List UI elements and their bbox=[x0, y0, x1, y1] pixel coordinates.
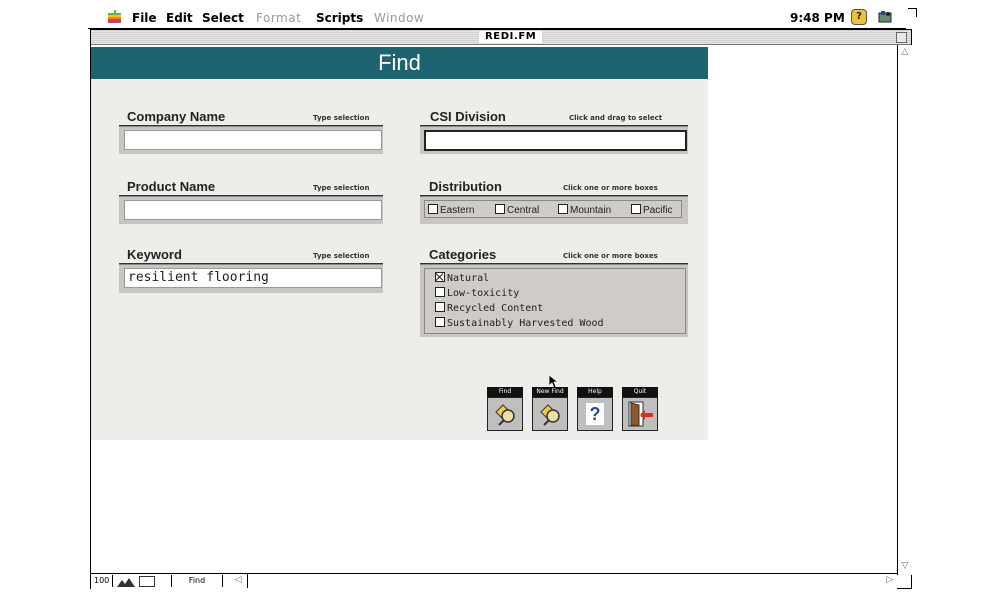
quit-button-label: Quit bbox=[622, 387, 658, 397]
distribution-option-central[interactable]: Central bbox=[495, 204, 539, 216]
help-button-label: Help bbox=[577, 387, 613, 397]
zoom-mountains-icon[interactable] bbox=[117, 576, 135, 587]
distribution-option-pacific[interactable]: Pacific bbox=[631, 204, 672, 216]
exit-door-icon bbox=[628, 401, 653, 427]
help-button[interactable]: Help ? bbox=[577, 387, 613, 431]
distribution-option-label: Central bbox=[507, 205, 540, 216]
question-mark-icon: ? bbox=[586, 403, 604, 425]
categories-options: Natural Low-toxicity Recycled Content Su… bbox=[424, 268, 686, 334]
keyword-label: Keyword bbox=[127, 247, 182, 262]
find-button-face bbox=[487, 397, 523, 431]
categories-hint: Click one or more boxes bbox=[563, 252, 658, 260]
filemaker-app-icon[interactable] bbox=[878, 9, 892, 23]
csi-division-hint: Click and drag to select bbox=[569, 114, 663, 122]
scroll-down-arrow-icon[interactable]: ▽ bbox=[898, 561, 912, 571]
scroll-up-arrow-icon[interactable]: △ bbox=[898, 47, 912, 57]
distribution-options: Eastern Central Mountain Pacific bbox=[424, 200, 682, 218]
distribution-label: Distribution bbox=[429, 179, 502, 194]
checkbox-icon bbox=[495, 204, 505, 214]
status-area-toggle-icon[interactable] bbox=[139, 576, 155, 587]
horizontal-scrollbar-track[interactable] bbox=[247, 574, 884, 588]
menu-bar: File Edit Select Format Scripts Window 9… bbox=[88, 6, 906, 29]
keyword-field[interactable]: resilient flooring bbox=[124, 268, 382, 288]
checkbox-icon bbox=[558, 204, 568, 214]
checkbox-icon bbox=[435, 302, 445, 312]
find-layout: Find Company Name Type selection CSI Div… bbox=[91, 47, 708, 440]
crop-mark-top-right bbox=[908, 8, 917, 17]
help-balloon-icon[interactable]: ? bbox=[851, 9, 867, 25]
categories-label: Categories bbox=[429, 247, 497, 262]
company-name-label: Company Name bbox=[127, 109, 226, 124]
scroll-right-arrow-icon[interactable]: ▷ bbox=[883, 575, 897, 585]
scroll-left-arrow-icon[interactable]: ◁ bbox=[231, 575, 245, 585]
menu-format[interactable]: Format bbox=[256, 11, 301, 25]
help-button-face: ? bbox=[577, 397, 613, 431]
checkbox-icon bbox=[435, 317, 445, 327]
distribution-option-mountain[interactable]: Mountain bbox=[558, 204, 611, 216]
product-name-hint: Type selection bbox=[313, 184, 370, 192]
new-find-button[interactable]: New Find bbox=[532, 387, 568, 431]
new-find-magnifier-icon bbox=[540, 404, 560, 426]
distribution-option-label: Mountain bbox=[570, 205, 612, 216]
distribution-hint: Click one or more boxes bbox=[563, 184, 658, 192]
company-name-field[interactable] bbox=[124, 130, 382, 150]
mode-indicator[interactable]: Find bbox=[171, 575, 223, 587]
distribution-option-eastern[interactable]: Eastern bbox=[428, 204, 474, 216]
category-option-label: Recycled Content bbox=[447, 303, 544, 314]
checkbox-icon bbox=[631, 204, 641, 214]
find-button[interactable]: Find bbox=[487, 387, 523, 431]
menu-edit[interactable]: Edit bbox=[166, 11, 193, 25]
category-option-recycled-content[interactable]: Recycled Content bbox=[435, 301, 543, 316]
distribution-option-label: Pacific bbox=[643, 205, 673, 216]
category-option-sustainably-harvested-wood[interactable]: Sustainably Harvested Wood bbox=[435, 316, 604, 331]
document-window: REDI.FM Find Company Name Type selection… bbox=[90, 29, 912, 589]
category-option-label: Low-toxicity bbox=[447, 288, 520, 299]
distribution-option-label: Eastern bbox=[440, 205, 475, 216]
apple-icon[interactable] bbox=[108, 10, 121, 24]
header-bar: Find bbox=[91, 47, 708, 79]
page-title: Find bbox=[378, 50, 421, 75]
category-option-label: Sustainably Harvested Wood bbox=[447, 318, 604, 329]
csi-division-label: CSI Division bbox=[430, 109, 506, 124]
category-option-label: Natural bbox=[447, 273, 490, 284]
categories-frame: Natural Low-toxicity Recycled Content Su… bbox=[420, 264, 688, 337]
find-magnifier-icon bbox=[495, 404, 515, 426]
status-bar: 100 Find ◁ ▷ bbox=[91, 573, 897, 589]
window-title-bar[interactable]: REDI.FM bbox=[91, 30, 911, 45]
menu-select[interactable]: Select bbox=[202, 11, 244, 25]
checkbox-icon bbox=[428, 204, 438, 214]
csi-division-field[interactable] bbox=[424, 130, 687, 151]
keyword-hint: Type selection bbox=[313, 252, 370, 260]
new-find-button-face bbox=[532, 397, 568, 431]
new-find-button-label: New Find bbox=[532, 387, 568, 397]
distribution-frame: Eastern Central Mountain Pacific bbox=[420, 196, 688, 224]
checked-box-icon bbox=[435, 272, 445, 282]
product-name-label: Product Name bbox=[127, 179, 216, 194]
category-option-natural[interactable]: Natural bbox=[435, 271, 489, 286]
find-button-label: Find bbox=[487, 387, 523, 397]
quit-button[interactable]: Quit bbox=[622, 387, 658, 431]
menu-clock: 9:48 PM bbox=[790, 11, 845, 25]
quit-button-face bbox=[622, 397, 658, 431]
vertical-scrollbar[interactable]: △ ▽ bbox=[897, 45, 912, 575]
menu-window[interactable]: Window bbox=[374, 11, 424, 25]
zoom-level[interactable]: 100 bbox=[94, 575, 114, 587]
zoom-box-icon[interactable] bbox=[896, 32, 907, 43]
category-option-low-toxicity[interactable]: Low-toxicity bbox=[435, 286, 519, 301]
menu-scripts[interactable]: Scripts bbox=[316, 11, 363, 25]
window-title: REDI.FM bbox=[479, 31, 543, 43]
menu-file[interactable]: File bbox=[132, 11, 157, 25]
product-name-field[interactable] bbox=[124, 200, 382, 220]
checkbox-icon bbox=[435, 287, 445, 297]
company-name-hint: Type selection bbox=[313, 114, 370, 122]
